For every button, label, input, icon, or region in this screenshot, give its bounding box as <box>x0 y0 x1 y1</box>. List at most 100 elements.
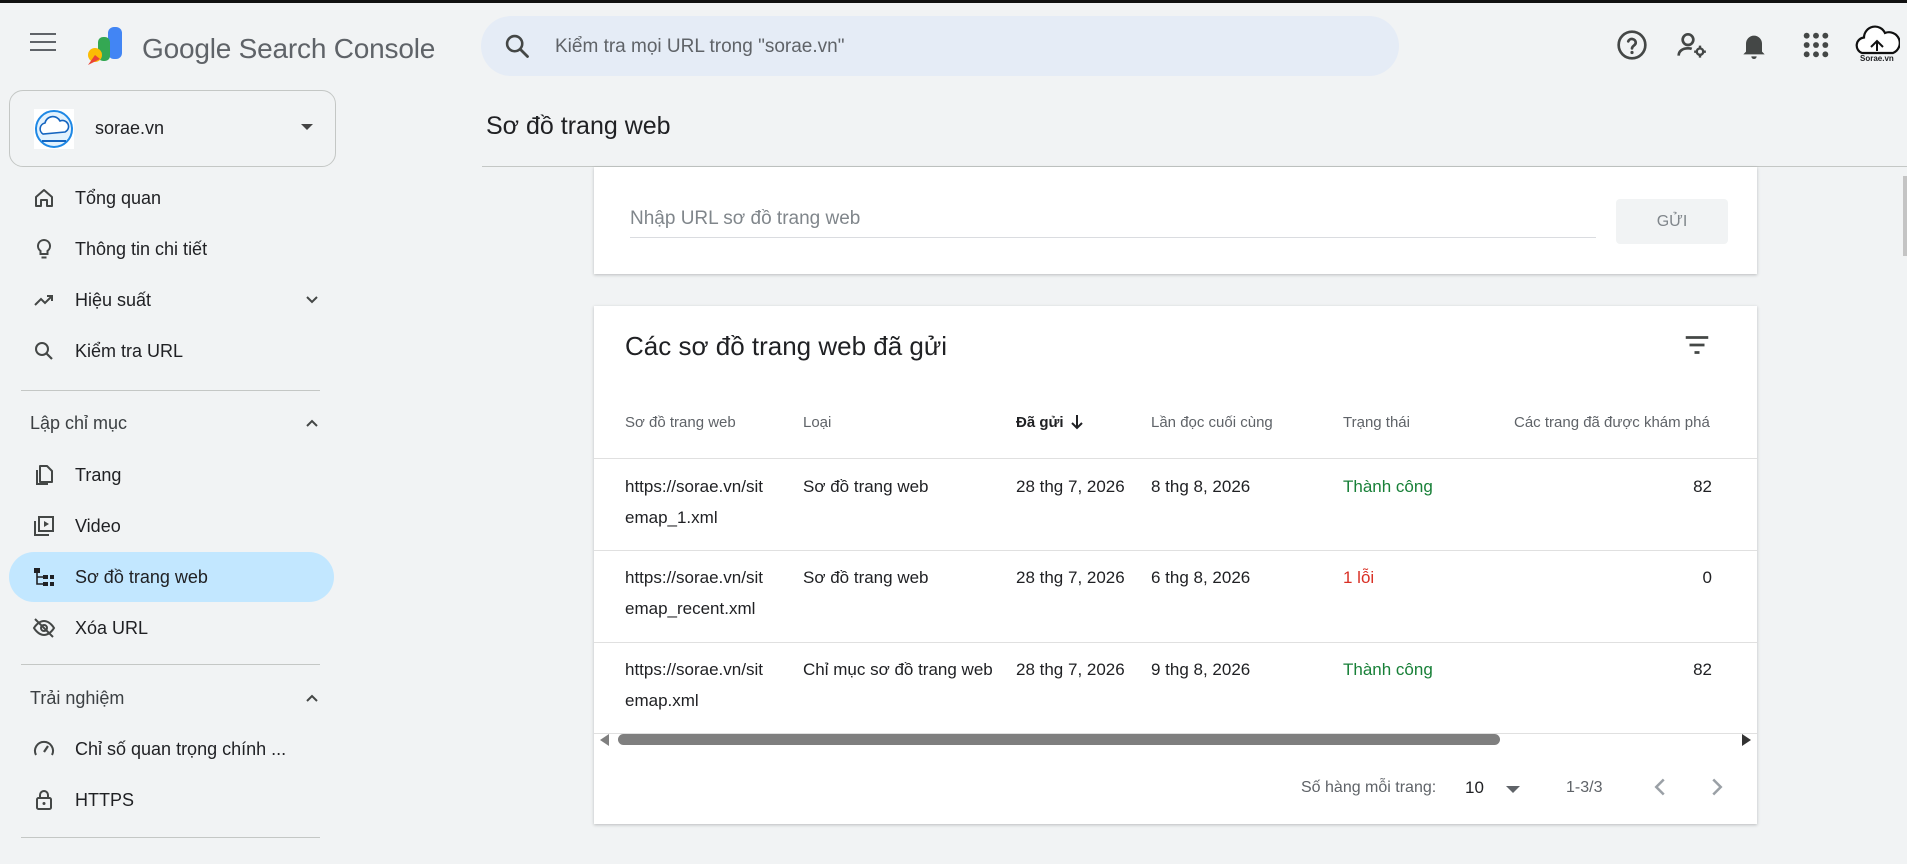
scroll-left-arrow-icon[interactable] <box>600 734 609 746</box>
sidebar-item-label: Chỉ số quan trọng chính ... <box>75 739 287 759</box>
page-title: Sơ đồ trang web <box>486 112 671 140</box>
add-sitemap-card: GỬI <box>594 167 1757 274</box>
cell-status: Thành công <box>1343 660 1433 679</box>
sidebar-item-performance[interactable]: Hiệu suất <box>9 275 334 325</box>
dropdown-caret-icon <box>301 124 313 130</box>
sidebar-item-label: Video <box>75 516 121 536</box>
cell-submitted: 28 thg 7, 2026 <box>1016 568 1125 587</box>
sidebar-item-core-web-vitals[interactable]: Chỉ số quan trọng chính ... <box>9 724 334 774</box>
row-divider <box>594 458 1757 459</box>
submitted-sitemaps-card: Các sơ đồ trang web đã gửi Sơ đồ trang w… <box>594 306 1757 824</box>
trending-up-icon <box>34 295 53 306</box>
cell-last-read: 6 thg 8, 2026 <box>1151 568 1251 587</box>
sidebar-item-sitemaps[interactable]: Sơ đồ trang web <box>9 552 334 602</box>
sidebar-section-indexing[interactable]: Lập chỉ mục <box>9 401 334 445</box>
search-icon <box>505 34 529 58</box>
cell-submitted: 28 thg 7, 2026 <box>1016 660 1125 679</box>
cell-sitemap-url[interactable]: https://sorae.vn/sitemap_recent.xml <box>625 562 770 624</box>
sidebar-section-experience[interactable]: Trải nghiệm <box>9 676 334 720</box>
chevron-up-icon <box>306 419 318 427</box>
sidebar: sorae.vn Tổng quan Thông tin chi tiết Hi… <box>0 83 345 864</box>
rows-per-page-label: Số hàng mỗi trang: <box>1301 779 1437 796</box>
page-vertical-scrollbar[interactable] <box>1903 176 1907 256</box>
sidebar-divider <box>21 390 320 391</box>
sidebar-item-url-inspection[interactable]: Kiểm tra URL <box>9 326 334 376</box>
row-divider <box>594 550 1757 551</box>
chevron-left-icon[interactable] <box>1645 772 1675 802</box>
scroll-right-arrow-icon[interactable] <box>1742 734 1751 746</box>
chevron-down-icon <box>306 296 318 304</box>
sidebar-divider <box>21 664 320 665</box>
arrow-down-icon <box>1071 415 1083 430</box>
cell-discovered-pages: 0 <box>1702 568 1712 587</box>
sitemap-icon <box>34 568 54 586</box>
sidebar-item-https[interactable]: HTTPS <box>9 775 334 825</box>
cell-type: Sơ đồ trang web <box>803 568 929 587</box>
sidebar-item-label: Thông tin chi tiết <box>75 239 208 259</box>
cell-sitemap-url[interactable]: https://sorae.vn/sitemap.xml <box>625 654 770 716</box>
manage-users-icon[interactable] <box>1676 29 1708 61</box>
column-header-discovered-pages[interactable]: Các trang đã được khám phá <box>1514 414 1710 431</box>
search-input[interactable] <box>553 16 1377 78</box>
column-header-label: Đã gửi <box>1016 414 1064 431</box>
sidebar-item-label: Hiệu suất <box>75 290 152 310</box>
chevron-right-icon[interactable] <box>1702 772 1732 802</box>
cell-status: Thành công <box>1343 477 1433 496</box>
section-label: Trải nghiệm <box>30 688 125 708</box>
cell-submitted: 28 thg 7, 2026 <box>1016 477 1125 496</box>
column-header-status[interactable]: Trạng thái <box>1343 414 1410 431</box>
column-header-sitemap[interactable]: Sơ đồ trang web <box>625 414 736 431</box>
home-icon <box>35 189 53 207</box>
search-console-logo-icon <box>88 27 122 65</box>
sidebar-item-label: Xóa URL <box>75 618 149 638</box>
avatar-label: Sorae.vn <box>1860 54 1894 63</box>
row-divider <box>594 642 1757 643</box>
chevron-up-icon <box>306 694 318 702</box>
cell-discovered-pages: 82 <box>1693 660 1712 679</box>
sidebar-item-video[interactable]: Video <box>9 501 334 551</box>
cell-status: 1 lỗi <box>1343 568 1375 587</box>
sidebar-item-label: Sơ đồ trang web <box>75 567 208 587</box>
cell-type: Chỉ mục sơ đồ trang web <box>803 660 993 679</box>
pages-icon <box>36 465 53 485</box>
cell-discovered-pages: 82 <box>1693 477 1712 496</box>
sidebar-item-pages[interactable]: Trang <box>9 450 334 500</box>
column-header-last-read[interactable]: Lần đọc cuối cùng <box>1151 414 1273 431</box>
sidebar-item-removals[interactable]: Xóa URL <box>9 603 334 653</box>
filter-icon[interactable] <box>1682 330 1712 360</box>
sidebar-item-label: Kiểm tra URL <box>75 341 184 361</box>
sidebar-divider <box>21 837 320 838</box>
speed-icon <box>34 740 54 756</box>
sidebar-item-insights[interactable]: Thông tin chi tiết <box>9 224 334 274</box>
notifications-icon[interactable] <box>1738 29 1770 61</box>
scrollbar-thumb[interactable] <box>618 734 1500 745</box>
cell-last-read: 9 thg 8, 2026 <box>1151 660 1251 679</box>
property-logo-icon <box>34 109 74 149</box>
column-header-type[interactable]: Loại <box>803 414 831 431</box>
url-inspect-search[interactable] <box>481 16 1399 78</box>
rows-per-page-select[interactable]: 10 <box>1465 778 1484 798</box>
apps-grid-icon[interactable] <box>1800 29 1832 61</box>
submit-sitemap-button[interactable]: GỬI <box>1616 199 1728 244</box>
product-name: Google Search Console <box>142 33 436 64</box>
search-icon <box>35 342 53 360</box>
main-menu-icon[interactable] <box>30 33 56 53</box>
horizontal-scrollbar[interactable] <box>594 730 1757 748</box>
pagination-range: 1-3/3 <box>1566 779 1603 796</box>
section-label: Lập chỉ mục <box>30 413 128 433</box>
help-icon[interactable] <box>1616 29 1648 61</box>
visibility-off-icon <box>32 618 56 638</box>
sitemap-url-input[interactable] <box>630 201 1596 238</box>
sidebar-item-label: HTTPS <box>75 790 135 810</box>
sidebar-item-label: Tổng quan <box>75 188 162 208</box>
top-app-bar: Google Search Console Sorae.vn <box>0 3 1907 83</box>
sidebar-item-label: Trang <box>75 465 122 485</box>
column-header-submitted[interactable]: Đã gửi <box>1016 414 1083 431</box>
cell-type: Sơ đồ trang web <box>803 477 929 496</box>
cell-sitemap-url[interactable]: https://sorae.vn/sitemap_1.xml <box>625 471 770 533</box>
lock-icon <box>36 790 52 810</box>
dropdown-caret-icon[interactable] <box>1506 786 1520 793</box>
property-selector[interactable]: sorae.vn <box>9 90 336 167</box>
property-name: sorae.vn <box>95 118 165 138</box>
sidebar-item-overview[interactable]: Tổng quan <box>9 173 334 223</box>
